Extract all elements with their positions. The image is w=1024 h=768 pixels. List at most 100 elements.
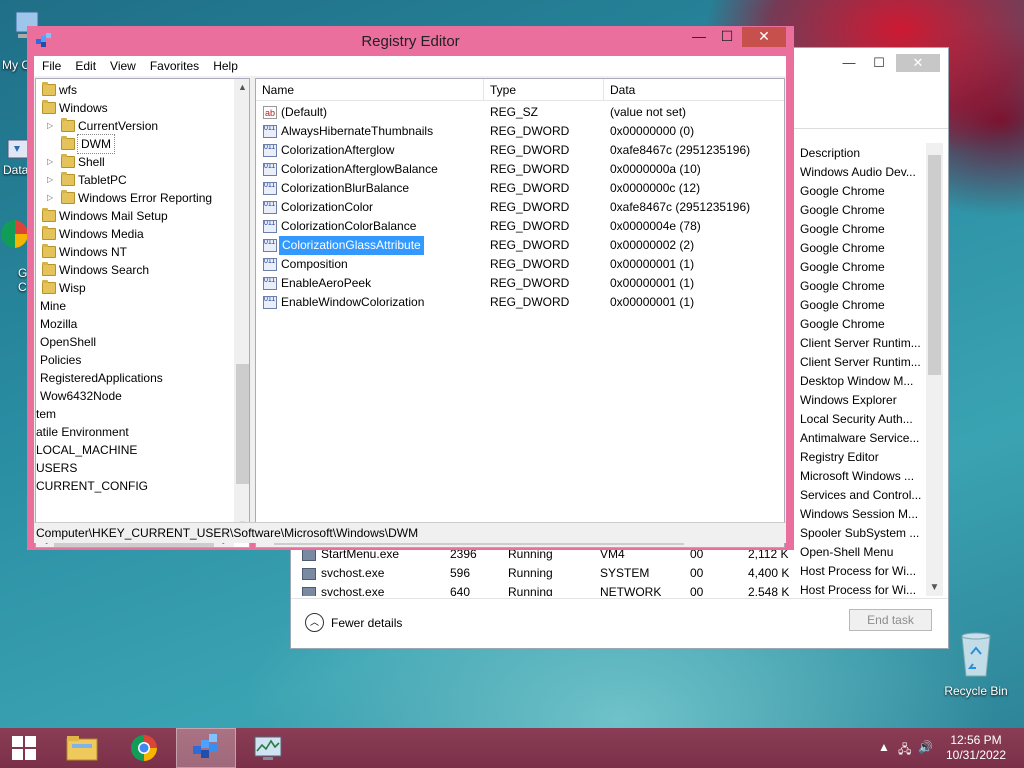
description-cell: Registry Editor (800, 450, 879, 464)
table-row[interactable]: 011 110 Composition REG_DWORD 0x00000001 (1… (256, 255, 784, 274)
description-cell: Host Process for Wi... (800, 564, 917, 578)
binary-value-icon: 011 110 (263, 220, 277, 233)
maximize-icon[interactable]: ☐ (866, 54, 892, 72)
description-cell: Google Chrome (800, 241, 885, 255)
status-bar-path: Computer\HKEY_CURRENT_USER\Software\Micr… (34, 522, 786, 543)
column-header-data[interactable]: Data (604, 79, 784, 101)
desktop-icon-chrome[interactable]: G C (0, 218, 30, 294)
description-column-header[interactable]: Description (796, 143, 926, 163)
description-cell: Google Chrome (800, 184, 885, 198)
binary-value-icon: 011 110 (263, 144, 277, 157)
table-row[interactable]: ab (Default) REG_SZ (value not set) (256, 103, 784, 122)
registry-editor-window[interactable]: Registry Editor — ☐ ✕ File Edit View Fav… (27, 26, 794, 550)
process-pid: 640 (450, 585, 471, 596)
minimize-icon[interactable]: — (686, 27, 712, 47)
show-hidden-icons-icon[interactable]: ▲ (878, 740, 890, 754)
folder-icon (61, 154, 75, 168)
tree-item-label: wfs (59, 83, 77, 97)
table-row[interactable]: 011 110 ColorizationAfterglowBalance REG_D… (256, 160, 784, 179)
expand-arrow-icon[interactable]: ▷ (47, 153, 55, 171)
tree-vertical-scrollbar[interactable]: ▲ ▼ (234, 79, 249, 532)
task-manager-vertical-scrollbar[interactable]: ▼ (926, 143, 943, 596)
volume-icon[interactable]: 🔊 (918, 740, 933, 754)
menu-view[interactable]: View (103, 56, 143, 76)
desktop-icon-recycle-bin[interactable]: Recycle Bin (938, 628, 1014, 698)
table-row[interactable]: 011 110 AlwaysHibernateThumbnails REG_DWOR… (256, 122, 784, 141)
value-name: ColorizationColor (281, 200, 374, 214)
value-data: 0x0000004e (78) (610, 219, 701, 233)
value-type: REG_DWORD (490, 257, 570, 271)
table-row[interactable]: 011 110 ColorizationBlurBalance REG_DWORD 0… (256, 179, 784, 198)
expand-arrow-icon[interactable]: ▷ (47, 117, 55, 135)
taskbar-task-manager[interactable] (238, 728, 298, 768)
registry-editor-titlebar[interactable]: Registry Editor — ☐ ✕ (27, 26, 794, 56)
binary-value-icon: 011 110 (263, 163, 277, 176)
start-button[interactable] (0, 728, 48, 768)
taskbar-chrome[interactable] (114, 728, 174, 768)
description-cell: Google Chrome (800, 203, 885, 217)
scroll-thumb[interactable] (236, 364, 249, 484)
folder-icon (42, 244, 56, 258)
task-manager-icon (254, 736, 282, 760)
expand-arrow-icon[interactable]: ▷ (47, 189, 55, 207)
value-type: REG_DWORD (490, 200, 570, 214)
description-cell: Windows Session M... (800, 507, 919, 521)
table-row[interactable]: 011 110 EnableAeroPeek REG_DWORD 0x00000001… (256, 274, 784, 293)
data-icon (7, 139, 29, 159)
folder-icon (61, 118, 75, 132)
value-data: 0x00000000 (0) (610, 124, 695, 138)
close-icon[interactable]: ✕ (896, 54, 940, 72)
registry-key-tree[interactable]: wfs Windows ▷ CurrentVersion DWM ▷ Shell ▷ Table… (35, 78, 250, 548)
table-row[interactable]: 011 110 EnableWindowColorization REG_DWORD… (256, 293, 784, 312)
registry-values-list[interactable]: Name Type Data ab (Default) REG_SZ (value n… (255, 78, 785, 548)
taskbar-clock[interactable]: 12:56 PM 10/31/2022 (942, 733, 1010, 763)
binary-value-icon: 011 110 (263, 125, 277, 138)
menu-file[interactable]: File (40, 56, 68, 76)
end-task-button[interactable]: End task (849, 609, 932, 631)
description-cell: Google Chrome (800, 317, 885, 331)
table-row[interactable]: 011 110ColorizationGlassAttribute REG_DWO… (256, 236, 784, 255)
description-cell: Open-Shell Menu (800, 545, 894, 559)
table-row[interactable]: svchost.exe 596 Running SYSTEM 00 4,400 … (298, 564, 798, 583)
maximize-icon[interactable]: ☐ (714, 27, 740, 47)
tree-item-label: Mozilla (40, 317, 78, 331)
fewer-details-button[interactable]: ︿ Fewer details (305, 613, 402, 632)
expand-arrow-icon[interactable]: ▷ (47, 171, 55, 189)
value-type: REG_DWORD (490, 295, 570, 309)
menu-favorites[interactable]: Favorites (143, 56, 206, 76)
desktop-icon-label: Recycle Bin (944, 684, 1008, 698)
scroll-thumb[interactable] (928, 155, 941, 375)
process-status: Running (508, 566, 553, 580)
table-row[interactable]: 011 110 ColorizationAfterglow REG_DWORD 0xa… (256, 141, 784, 160)
menu-edit[interactable]: Edit (68, 56, 103, 76)
tree-item-label: OpenShell (40, 335, 97, 349)
minimize-icon[interactable]: — (836, 54, 862, 72)
value-name: ColorizationGlassAttribute (279, 236, 424, 255)
value-type: REG_DWORD (490, 124, 570, 138)
scroll-up-icon[interactable]: ▲ (234, 79, 249, 95)
desktop-icon-data[interactable]: Data (0, 122, 30, 177)
taskbar-registry-editor[interactable] (176, 728, 236, 768)
close-icon[interactable]: ✕ (742, 27, 786, 47)
process-icon (302, 568, 316, 580)
tree-item-label: atile Environment (36, 425, 129, 439)
column-header-type[interactable]: Type (484, 79, 604, 101)
tree-item-label: Windows Search (59, 263, 150, 277)
process-user: NETWORK (600, 585, 662, 596)
table-row[interactable]: 011 110 ColorizationColorBalance REG_DWORD… (256, 217, 784, 236)
description-cell: Google Chrome (800, 260, 885, 274)
scroll-down-icon[interactable]: ▼ (926, 580, 943, 596)
value-data: 0x0000000c (12) (610, 181, 701, 195)
value-name: ColorizationAfterglowBalance (281, 162, 438, 176)
value-data: 0xafe8467c (2951235196) (610, 143, 751, 157)
tree-item-label: Shell (78, 155, 105, 169)
table-row[interactable]: svchost.exe 640 Running NETWORK 00 2,548… (298, 583, 798, 596)
tree-item-label: CurrentVersion (78, 119, 159, 133)
desktop-icon-label: My C (2, 58, 30, 72)
table-row[interactable]: 011 110 ColorizationColor REG_DWORD 0xafe84… (256, 198, 784, 217)
column-header-name[interactable]: Name (256, 79, 484, 101)
value-data: 0x00000001 (1) (610, 276, 695, 290)
menu-help[interactable]: Help (206, 56, 245, 76)
taskbar-file-explorer[interactable] (52, 728, 112, 768)
network-icon[interactable]: 🖧 (898, 740, 911, 761)
